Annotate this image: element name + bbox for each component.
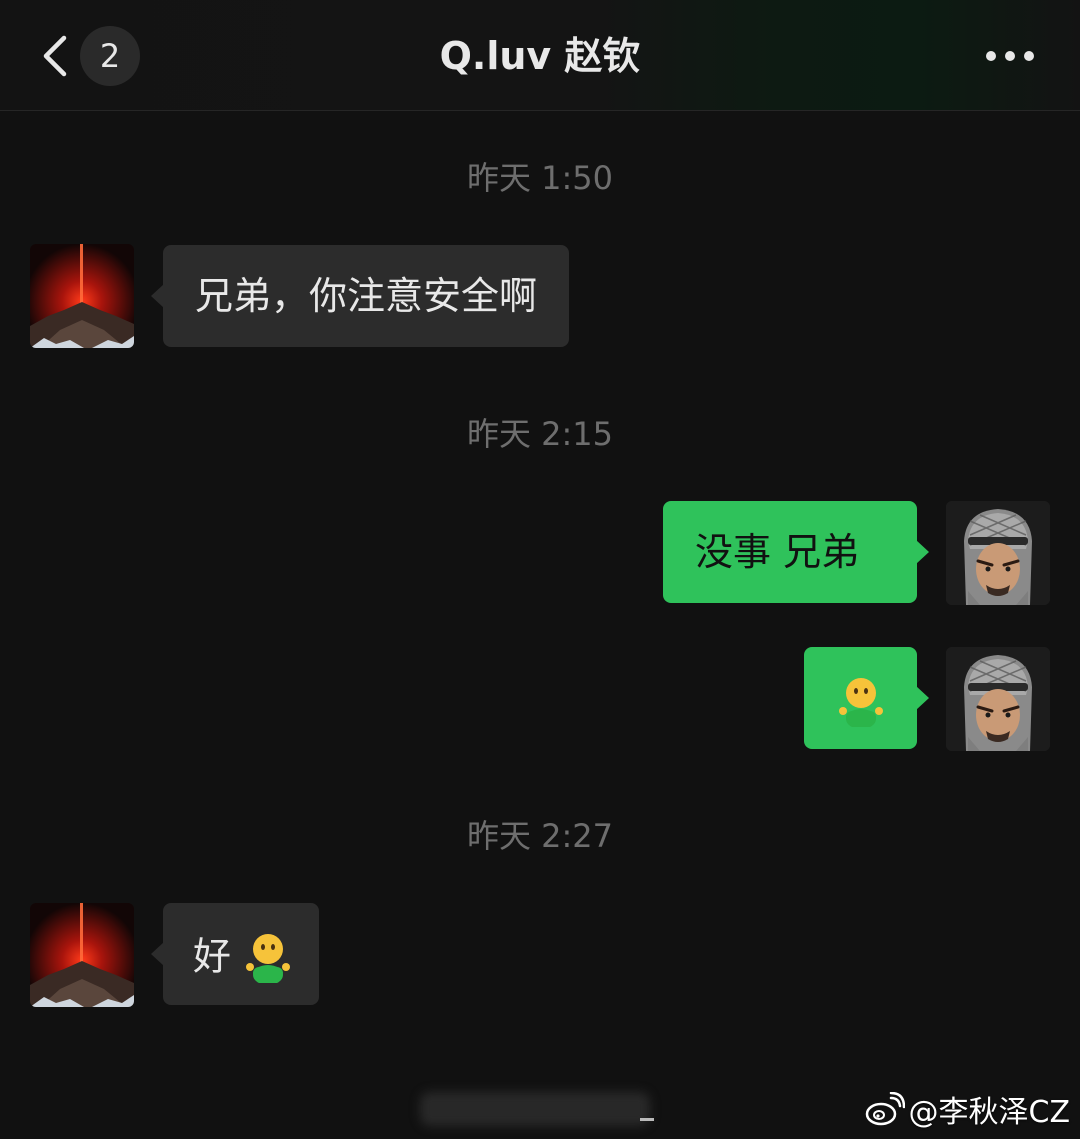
outgoing-message-bubble[interactable] xyxy=(804,647,929,749)
cursor-mark xyxy=(640,1118,654,1121)
unread-count-badge[interactable]: 2 xyxy=(80,26,140,86)
message-text: 好 xyxy=(193,934,232,979)
shrug-person-emoji xyxy=(838,677,883,727)
chat-title: Q.luv 赵钦 xyxy=(439,34,641,78)
message-timestamp: 昨天 2:15 xyxy=(466,415,614,453)
bubble-tail xyxy=(151,942,164,966)
volcano-avatar[interactable] xyxy=(30,903,134,1007)
message-text: 兄弟，你注意安全啊 xyxy=(195,274,538,318)
more-dots-icon[interactable] xyxy=(984,48,1036,64)
blurred-input-preview xyxy=(420,1092,650,1126)
chat-header: 2 Q.luv 赵钦 xyxy=(0,0,1080,111)
bubble-tail xyxy=(151,284,164,308)
incoming-message-bubble[interactable]: 兄弟，你注意安全啊 xyxy=(151,245,570,347)
volcano-avatar[interactable] xyxy=(30,244,134,348)
memoji-avatar[interactable] xyxy=(946,501,1050,605)
message-text: 没事 兄弟 xyxy=(695,530,860,574)
shrug-person-emoji xyxy=(246,933,291,983)
message-timestamp: 昨天 2:27 xyxy=(466,817,614,855)
memoji-avatar[interactable] xyxy=(946,647,1050,751)
incoming-message-bubble[interactable]: 好 xyxy=(151,903,319,1005)
outgoing-message-bubble[interactable]: 没事 兄弟 xyxy=(663,501,929,603)
message-timestamp: 昨天 1:50 xyxy=(466,159,614,197)
bubble-tail xyxy=(916,540,929,564)
weibo-watermark: @李秋泽CZ xyxy=(865,1087,1071,1131)
weibo-icon xyxy=(865,1092,905,1126)
bubble-tail xyxy=(916,686,929,710)
chevron-left-icon[interactable] xyxy=(38,34,74,78)
watermark-text: @李秋泽CZ xyxy=(908,1095,1071,1130)
